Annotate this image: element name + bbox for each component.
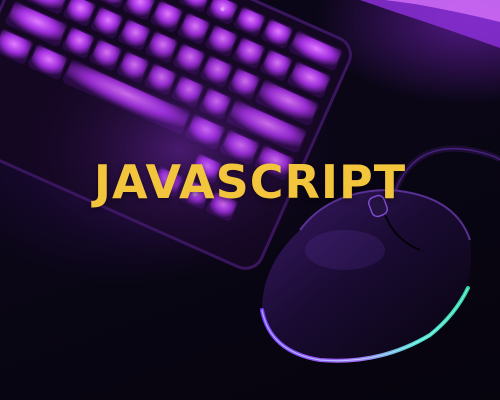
monitor-stand [360, 0, 500, 48]
banner-title: JAVASCRIPT [93, 155, 407, 209]
photo-banner: JAVASCRIPT [0, 0, 500, 400]
